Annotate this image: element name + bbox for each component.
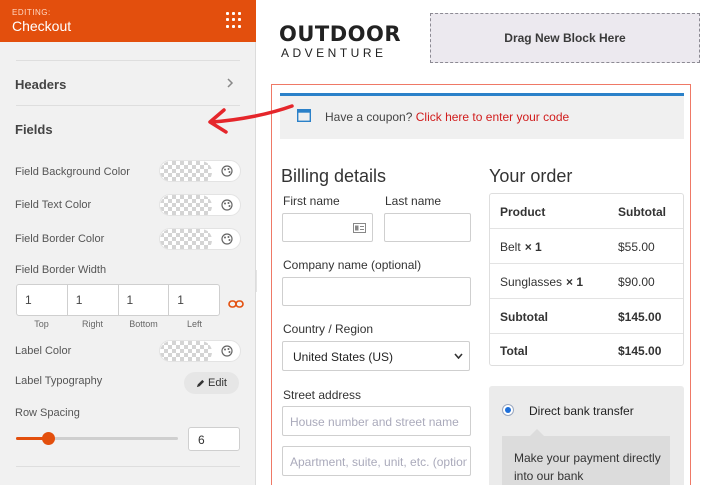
sidebar-title: Checkout	[12, 18, 72, 34]
coupon-link[interactable]: Click here to enter your code	[416, 110, 569, 124]
label-typography-label: Label Typography	[15, 375, 103, 387]
subtotal-cell: $90.00	[618, 275, 655, 289]
contact-card-icon	[353, 223, 366, 233]
logo-line-1: OUTDOOR	[279, 22, 402, 46]
field-border-color-picker[interactable]	[159, 228, 241, 250]
field-border-width-label: Field Border Width	[15, 264, 107, 276]
total-row: Total $145.00	[490, 333, 683, 368]
street-label: Street address	[283, 388, 362, 402]
palette-icon	[221, 165, 233, 177]
side-label-top: Top	[34, 319, 49, 329]
section-fields[interactable]: Fields	[15, 122, 53, 137]
table-row: Sunglasses × 1 $90.00	[490, 264, 683, 299]
palette-icon	[221, 233, 233, 245]
typography-edit-button[interactable]: Edit	[184, 372, 239, 394]
product-cell: Sunglasses × 1	[500, 275, 583, 289]
first-name-label: First name	[283, 194, 340, 208]
country-value: United States (US)	[293, 350, 394, 364]
border-width-side-labels: Top Right Bottom Left	[16, 319, 220, 329]
table-row: Belt × 1 $55.00	[490, 229, 683, 264]
product-qty: × 1	[566, 275, 584, 289]
pencil-icon	[196, 379, 205, 387]
logo-line-2: ADVENTURE	[281, 46, 387, 60]
border-left-input[interactable]: 1	[169, 285, 219, 315]
company-input[interactable]	[282, 277, 471, 306]
label-color-picker[interactable]	[159, 340, 241, 362]
subtotal-row: Subtotal $145.00	[490, 299, 683, 334]
payment-method-label[interactable]: Direct bank transfer	[529, 404, 634, 418]
drag-new-block-zone[interactable]: Drag New Block Here	[430, 13, 700, 63]
country-select[interactable]: United States (US)	[282, 341, 470, 371]
row-spacing-label: Row Spacing	[15, 407, 80, 419]
product-name: Sunglasses	[500, 275, 563, 289]
annotation-arrow-icon	[208, 104, 294, 134]
chevron-down-icon	[454, 353, 463, 359]
chevron-right-icon[interactable]	[224, 77, 236, 89]
label-color-label: Label Color	[15, 345, 72, 357]
total-value: $145.00	[618, 344, 662, 358]
order-title: Your order	[489, 166, 573, 186]
sidebar-panel: EDITING: Checkout Headers Fields Field B…	[0, 0, 256, 485]
palette-icon	[221, 199, 233, 211]
border-top-input[interactable]: 1	[17, 285, 68, 315]
street-placeholder-1: House number and street name	[290, 415, 459, 429]
border-right-input[interactable]: 1	[68, 285, 119, 315]
product-name: Belt	[500, 240, 521, 254]
product-cell: Belt × 1	[500, 240, 542, 254]
street-placeholder-2: Apartment, suite, unit, etc. (optional)	[290, 455, 467, 469]
field-text-color-picker[interactable]	[159, 194, 241, 216]
field-bg-color-picker[interactable]	[159, 160, 241, 182]
bank-transfer-radio[interactable]	[502, 404, 514, 416]
divider	[16, 60, 240, 61]
field-border-color-label: Field Border Color	[15, 233, 105, 245]
header-product: Product	[500, 205, 546, 219]
grid-menu-icon[interactable]	[226, 12, 242, 28]
billing-title: Billing details	[281, 166, 387, 186]
street-input-2[interactable]: Apartment, suite, unit, etc. (optional)	[282, 446, 471, 476]
row-spacing-slider[interactable]	[16, 432, 178, 445]
side-label-left: Left	[186, 319, 202, 329]
palette-icon	[221, 345, 233, 357]
table-header-row: Product Subtotal	[490, 194, 683, 229]
side-label-right: Right	[81, 319, 103, 329]
subtotal-label: Subtotal	[500, 310, 548, 324]
first-name-input[interactable]	[282, 213, 373, 242]
company-label: Company name (optional)	[283, 258, 422, 272]
total-label: Total	[500, 344, 528, 358]
editing-label: EDITING:	[12, 8, 51, 17]
border-bottom-input[interactable]: 1	[119, 285, 170, 315]
last-name-label: Last name	[385, 194, 442, 208]
link-icon[interactable]	[228, 298, 244, 310]
subtotal-cell: $55.00	[618, 240, 655, 254]
payment-description: Make your payment directly into our bank	[514, 451, 661, 483]
field-bg-color-label: Field Background Color	[15, 166, 130, 178]
edit-button-label: Edit	[208, 377, 227, 389]
street-input-1[interactable]: House number and street name	[282, 406, 471, 436]
order-table: Product Subtotal Belt × 1 $55.00 Sunglass…	[489, 193, 684, 366]
header-subtotal: Subtotal	[618, 205, 666, 219]
side-label-bottom: Bottom	[129, 319, 158, 329]
coupon-question: Have a coupon?	[325, 110, 413, 124]
divider	[16, 466, 240, 467]
field-text-color-label: Field Text Color	[15, 199, 92, 211]
coupon-text: Have a coupon? Click here to enter your …	[325, 110, 569, 124]
row-spacing-input[interactable]: 6	[188, 427, 240, 451]
product-qty: × 1	[524, 240, 542, 254]
border-width-inputs: 1 1 1 1	[16, 284, 220, 316]
country-label: Country / Region	[283, 322, 374, 336]
sidebar-header: EDITING: Checkout	[0, 0, 256, 42]
subtotal-value: $145.00	[618, 310, 662, 324]
slider-thumb[interactable]	[42, 432, 55, 445]
section-headers[interactable]: Headers	[15, 77, 66, 92]
last-name-input[interactable]	[384, 213, 471, 242]
